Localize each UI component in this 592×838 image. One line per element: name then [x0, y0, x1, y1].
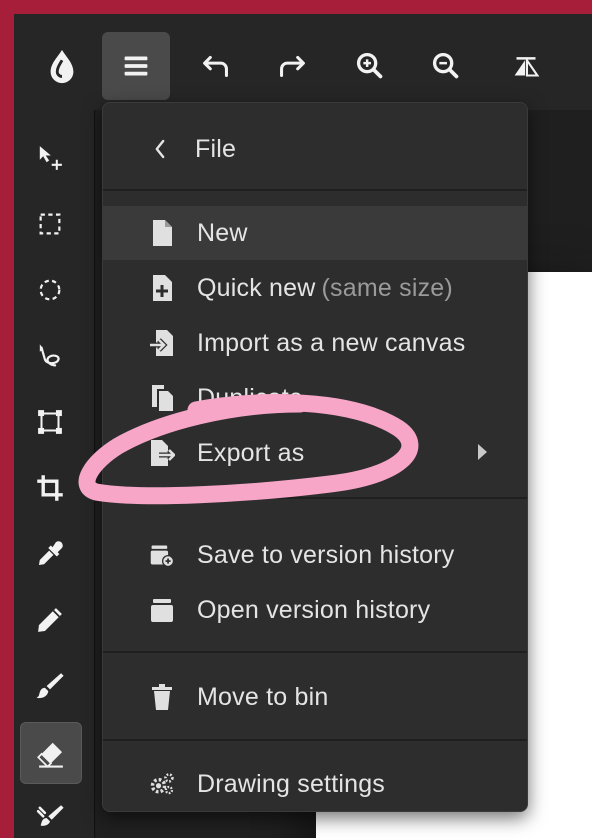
menu-divider [103, 497, 527, 499]
lasso-tool[interactable] [20, 326, 80, 386]
pencil-icon [38, 608, 62, 632]
gears-icon [147, 769, 177, 799]
menu-item-label: Quick new [197, 273, 316, 302]
menu-item-open-version[interactable]: Open version history [103, 583, 527, 637]
version-stack-icon [147, 595, 177, 625]
eyedropper-icon [38, 541, 63, 566]
file-plus-icon [147, 273, 177, 303]
zoom-in-button[interactable] [336, 32, 404, 100]
menu-item-quick-new[interactable]: Quick new (same size) [103, 261, 527, 315]
menu-item-label: New [197, 218, 248, 247]
redo-icon [280, 55, 305, 78]
trash-icon [147, 682, 177, 712]
undo-button[interactable] [182, 32, 250, 100]
menu-back-label: File [195, 134, 237, 163]
eraser-tool[interactable] [20, 722, 82, 784]
zoom-out-button[interactable] [412, 32, 480, 100]
menu-item-label: Open version history [197, 595, 431, 624]
file-menu: File New Quick new (same size) Import as… [102, 102, 528, 812]
zoom-in-icon [356, 52, 383, 79]
eraser-icon [37, 742, 63, 768]
move-select-tool[interactable] [20, 128, 80, 188]
app-window: File New Quick new (same size) Import as… [14, 14, 592, 838]
menu-item-bin[interactable]: Move to bin [103, 670, 527, 724]
hamburger-menu-button[interactable] [102, 32, 170, 100]
ellipse-select-icon [39, 279, 61, 301]
file-import-icon [147, 328, 177, 358]
transform-icon [38, 410, 62, 434]
tool-rail [14, 110, 95, 838]
submenu-arrow-icon [478, 444, 487, 460]
menu-item-duplicate[interactable]: Duplicate [103, 371, 527, 425]
move-select-icon [39, 146, 62, 170]
menu-item-save-version[interactable]: Save to version history [103, 528, 527, 582]
menu-back-file[interactable]: File [103, 119, 527, 179]
eyedropper-tool[interactable] [20, 524, 80, 584]
ellipse-select-tool[interactable] [20, 260, 80, 320]
hamburger-menu-icon [124, 56, 148, 76]
menu-item-label: Export as [197, 438, 305, 467]
file-icon [147, 218, 177, 248]
menu-divider [103, 739, 527, 741]
top-toolbar [14, 14, 592, 110]
zoom-out-icon [432, 52, 459, 79]
menu-item-label: Save to version history [197, 540, 455, 569]
menu-divider [103, 189, 527, 191]
flip-icon [514, 56, 540, 77]
menu-item-drawing-settings[interactable]: Drawing settings [103, 757, 527, 811]
brush-icon [36, 673, 64, 699]
undo-icon [203, 55, 228, 78]
menu-item-label: Duplicate [197, 383, 304, 412]
flip-button[interactable] [492, 32, 560, 100]
redo-button[interactable] [258, 32, 326, 100]
crop-tool[interactable] [20, 458, 80, 518]
crop-icon [37, 475, 63, 501]
file-export-icon [147, 438, 177, 468]
pencil-tool[interactable] [20, 590, 80, 650]
chevron-left-icon [145, 134, 175, 164]
save-version-icon [147, 540, 177, 570]
menu-item-label: Move to bin [197, 682, 329, 711]
menu-item-label: Drawing settings [197, 769, 386, 798]
menu-item-export[interactable]: Export as [103, 426, 527, 480]
rect-select-tool[interactable] [20, 194, 80, 254]
brush-tool[interactable] [20, 656, 80, 716]
lasso-icon [39, 344, 60, 367]
app-logo-drop-icon[interactable] [28, 32, 96, 100]
smudge-icon [36, 805, 64, 826]
menu-item-suffix: (same size) [321, 273, 453, 302]
smudge-tool[interactable] [20, 788, 80, 838]
duplicate-icon [147, 383, 177, 413]
menu-item-new[interactable]: New [103, 206, 527, 260]
transform-tool[interactable] [20, 392, 80, 452]
menu-item-label: Import as a new canvas [197, 328, 466, 357]
menu-item-import[interactable]: Import as a new canvas [103, 316, 527, 370]
menu-divider [103, 651, 527, 653]
rect-select-icon [39, 213, 61, 235]
